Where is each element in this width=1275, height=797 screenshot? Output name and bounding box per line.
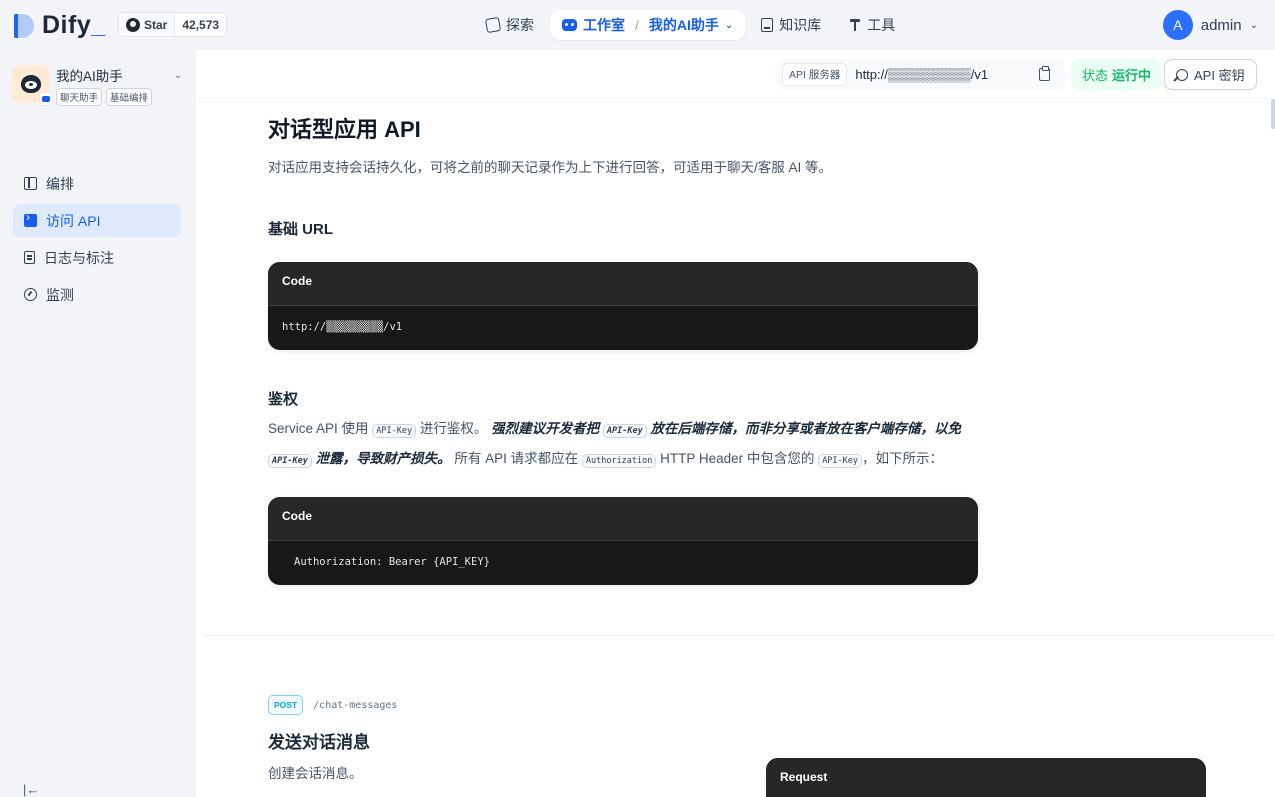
monitor-icon (24, 288, 37, 301)
sidebar-item-orchestrate[interactable]: 编排 (13, 167, 181, 200)
inline-code: API-Key (268, 454, 312, 468)
log-icon (24, 251, 35, 264)
nav-explore-label: 探索 (506, 17, 534, 33)
bear-icon (21, 75, 41, 93)
sidebar: 我的AI助手 ⌄ 聊天助手 基础编排 编排 访问 API 日志与标注 监测 |← (0, 50, 196, 797)
dify-logo[interactable]: Dify_ (14, 11, 106, 40)
api-key-button-label: API 密钥 (1194, 68, 1245, 83)
auth-code[interactable]: Authorization: Bearer {API_KEY} (268, 541, 978, 585)
robot-icon (562, 19, 577, 31)
clipboard-icon[interactable] (1039, 66, 1051, 81)
endpoint-row: POST /chat-messages (268, 695, 397, 715)
page-title: 对话型应用 API (268, 117, 421, 142)
top-bar: Dify_ Star 42,573 探索 工作室 / 我的AI助手 ⌄ 知识库 … (0, 0, 1275, 50)
api-server-label: API 服务器 (782, 63, 848, 86)
app-tag: 聊天助手 (56, 88, 103, 106)
avatar: A (1162, 10, 1193, 40)
app-selector[interactable]: 我的AI助手 ⌄ 聊天助手 基础编排 (12, 65, 184, 106)
chevron-down-icon: ⌄ (1249, 19, 1258, 31)
nav-tools-label: 工具 (867, 17, 896, 33)
auth-paragraph: Service API 使用 API-Key 进行鉴权。 强烈建议开发者把 AP… (268, 421, 962, 468)
user-name: admin (1200, 16, 1242, 34)
terminal-icon (24, 210, 37, 227)
chevron-down-icon[interactable]: ⌄ (174, 70, 182, 81)
app-tag: 基础编排 (106, 88, 153, 106)
chevron-down-icon: ⌄ (724, 19, 734, 31)
request-code-block: Request (766, 758, 1206, 797)
app-name: 我的AI助手 (56, 69, 123, 84)
auth-heading: 鉴权 (268, 391, 299, 408)
app-icon (12, 65, 53, 106)
nav-knowledge[interactable]: 知识库 (749, 10, 833, 40)
sidebar-item-monitor[interactable]: 监测 (13, 278, 181, 311)
method-badge: POST (268, 695, 304, 715)
github-icon (126, 17, 140, 32)
key-icon (1176, 68, 1188, 81)
github-star-button[interactable]: Star 42,573 (118, 12, 228, 37)
endpoint-title: 发送对话消息 (268, 733, 370, 752)
section-divider (204, 635, 1275, 636)
compass-icon (484, 16, 502, 34)
scrollbar[interactable] (1271, 99, 1275, 129)
collapse-sidebar-icon[interactable]: |← (23, 782, 39, 797)
sidebar-item-label: 编排 (46, 175, 74, 192)
endpoint-path: /chat-messages (313, 699, 398, 711)
main-nav: 探索 工作室 / 我的AI助手 ⌄ 知识库 工具 (474, 10, 907, 40)
user-menu[interactable]: A admin ⌄ (1162, 10, 1258, 40)
nav-studio-label: 工作室 (583, 17, 625, 33)
main-content: API 服务器 http://▒▒▒▒▒▒▒▒▒/v1 状态 运行中 API 密… (196, 50, 1275, 797)
chat-badge-icon (39, 92, 53, 106)
github-star-label: Star (144, 17, 168, 32)
base-url-code[interactable]: http://▒▒▒▒▒▒▒▒▒/v1 (268, 306, 978, 350)
layout-icon (24, 177, 37, 190)
page-description: 对话应用支持会话持久化，可将之前的聊天记录作为上下进行回答，可适用于聊天/客服 … (268, 160, 833, 175)
nav-tools[interactable]: 工具 (837, 10, 907, 40)
endpoint-description: 创建会话消息。 (268, 766, 363, 781)
inline-code: API-Key (372, 424, 417, 438)
api-bar: API 服务器 http://▒▒▒▒▒▒▒▒▒/v1 状态 运行中 API 密… (196, 50, 1275, 99)
base-url-code-block: Code http://▒▒▒▒▒▒▒▒▒/v1 (268, 262, 978, 350)
nav-studio[interactable]: 工作室 / 我的AI助手 ⌄ (550, 10, 746, 40)
code-label: Code (268, 262, 978, 306)
status-badge: 状态 运行中 (1071, 59, 1163, 90)
inline-code: API-Key (602, 424, 647, 438)
github-star-count: 42,573 (182, 17, 220, 32)
sidebar-item-label: 访问 API (46, 212, 101, 229)
nav-knowledge-label: 知识库 (779, 17, 822, 33)
sidebar-item-label: 日志与标注 (44, 249, 114, 266)
status-key: 状态 (1082, 68, 1109, 83)
status-value: 运行中 (1112, 68, 1152, 83)
nav-separator: / (635, 17, 639, 33)
base-url-heading: 基础 URL (268, 221, 333, 238)
api-server-url: http://▒▒▒▒▒▒▒▒▒/v1 (855, 67, 989, 82)
sidebar-item-label: 监测 (46, 286, 74, 303)
sidebar-item-api[interactable]: 访问 API (13, 204, 181, 237)
auth-code-block: Code Authorization: Bearer {API_KEY} (268, 497, 978, 585)
sidebar-item-logs[interactable]: 日志与标注 (13, 241, 181, 274)
inline-code: Authorization (581, 454, 657, 468)
inline-code: API-Key (818, 454, 863, 468)
logo-text: Dify_ (42, 11, 106, 39)
api-key-button[interactable]: API 密钥 (1164, 59, 1257, 90)
sidebar-menu: 编排 访问 API 日志与标注 监测 (13, 167, 181, 315)
nav-explore[interactable]: 探索 (474, 10, 546, 40)
book-icon (761, 18, 774, 32)
code-label: Code (268, 497, 978, 541)
logo-mark-icon (14, 13, 36, 39)
request-label: Request (766, 758, 1206, 797)
api-doc: 对话型应用 API 对话应用支持会话持久化，可将之前的聊天记录作为上下进行回答，… (268, 112, 978, 585)
hammer-icon (849, 18, 861, 32)
api-server-box: API 服务器 http://▒▒▒▒▒▒▒▒▒/v1 (776, 59, 1066, 90)
nav-current-app[interactable]: 我的AI助手 (649, 15, 719, 35)
